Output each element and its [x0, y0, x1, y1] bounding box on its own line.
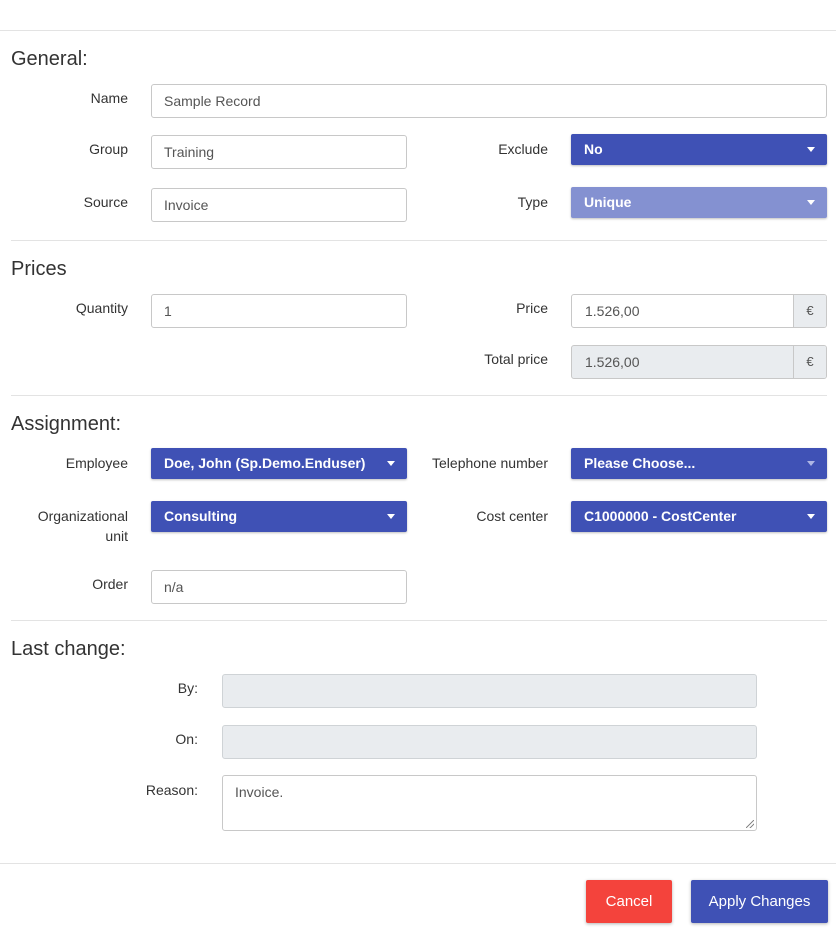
exclude-select[interactable]: No	[571, 134, 827, 165]
chevron-down-icon	[807, 514, 815, 519]
cost-center-label: Cost center	[476, 508, 548, 524]
exclude-label: Exclude	[498, 141, 548, 157]
by-label: By:	[177, 680, 198, 696]
assignment-section-title: Assignment:	[11, 413, 122, 435]
cost-center-select-value: C1000000 - CostCenter	[584, 508, 737, 524]
price-input-group[interactable]: 1.526,00 €	[571, 294, 827, 328]
by-input	[222, 674, 757, 708]
quantity-label: Quantity	[75, 300, 128, 316]
organizational-unit-select-value: Consulting	[164, 508, 238, 524]
on-input	[222, 725, 757, 759]
name-label: Name	[90, 90, 128, 106]
telephone-number-select[interactable]: Please Choose...	[571, 448, 827, 479]
footer-divider	[0, 863, 836, 864]
name-input[interactable]: Sample Record	[151, 84, 827, 118]
type-label: Type	[517, 194, 548, 210]
apply-changes-button[interactable]: Apply Changes	[691, 880, 828, 923]
organizational-unit-label-line1: Organizational	[37, 508, 128, 524]
reason-text: Invoice.	[235, 784, 284, 800]
employee-select[interactable]: Doe, John (Sp.Demo.Enduser)	[151, 448, 407, 479]
prices-section-title: Prices	[11, 258, 67, 280]
euro-currency-addon: €	[793, 346, 826, 378]
euro-currency-addon: €	[793, 295, 826, 327]
group-input[interactable]: Training	[151, 135, 407, 169]
chevron-down-icon	[807, 147, 815, 152]
group-label: Group	[89, 141, 128, 157]
chevron-down-icon	[387, 461, 395, 466]
employee-select-value: Doe, John (Sp.Demo.Enduser)	[164, 455, 366, 471]
organizational-unit-label-line2: unit	[105, 528, 128, 544]
organizational-unit-label: Organizational unit	[20, 506, 128, 546]
source-label: Source	[83, 194, 128, 210]
top-divider	[0, 30, 836, 31]
total-price-label: Total price	[484, 351, 548, 367]
type-select-value: Unique	[584, 194, 632, 210]
employee-label: Employee	[65, 455, 128, 471]
source-input[interactable]: Invoice	[151, 188, 407, 222]
chevron-down-icon	[387, 514, 395, 519]
reason-label: Reason:	[145, 782, 198, 798]
last-change-section-title: Last change:	[11, 638, 126, 660]
resize-handle-icon[interactable]	[746, 820, 754, 828]
telephone-number-label: Telephone number	[432, 455, 548, 471]
section-divider	[11, 620, 827, 621]
organizational-unit-select[interactable]: Consulting	[151, 501, 407, 532]
order-input[interactable]: n/a	[151, 570, 407, 604]
telephone-number-select-value: Please Choose...	[584, 455, 696, 471]
chevron-down-icon	[807, 461, 815, 466]
on-label: On:	[175, 731, 198, 747]
section-divider	[11, 240, 827, 241]
chevron-down-icon	[807, 200, 815, 205]
price-label: Price	[516, 300, 548, 316]
cost-center-select[interactable]: C1000000 - CostCenter	[571, 501, 827, 532]
section-divider	[11, 395, 827, 396]
order-label: Order	[92, 576, 128, 592]
exclude-select-value: No	[584, 141, 603, 157]
total-price-input-group: 1.526,00 €	[571, 345, 827, 379]
quantity-input[interactable]: 1	[151, 294, 407, 328]
price-input[interactable]: 1.526,00	[585, 295, 640, 327]
total-price-input: 1.526,00	[585, 354, 640, 370]
general-section-title: General:	[11, 48, 88, 70]
type-select: Unique	[571, 187, 827, 218]
reason-textarea[interactable]: Invoice.	[222, 775, 757, 831]
cancel-button[interactable]: Cancel	[586, 880, 672, 923]
